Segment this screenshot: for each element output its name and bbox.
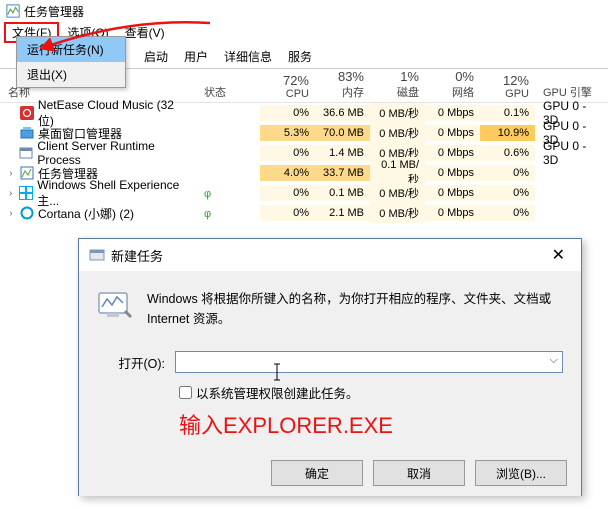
gpu-engine-value — [535, 211, 608, 215]
gpu-value: 0% — [480, 205, 535, 221]
run-large-icon — [97, 289, 133, 321]
open-combobox[interactable]: ⌵ — [175, 351, 563, 373]
cpu-value: 0% — [260, 105, 315, 121]
cpu-value: 0% — [260, 205, 315, 221]
file-menu-dropdown: 运行新任务(N) 退出(X) — [16, 36, 126, 88]
shell-icon — [19, 186, 33, 200]
col-disk[interactable]: 1%磁盘 — [370, 67, 425, 102]
menu-item-new-task[interactable]: 运行新任务(N) — [17, 37, 125, 62]
cpu-value: 0% — [260, 145, 315, 161]
task-manager-icon — [6, 4, 20, 18]
run-dialog: 新建任务 ✕ Windows 将根据你所键入的名称，为你打开相应的程序、文件夹、… — [78, 238, 582, 496]
network-value: 0 Mbps — [425, 105, 480, 121]
open-label: 打开(O): — [97, 353, 165, 372]
network-value: 0 Mbps — [425, 165, 480, 181]
gpu-value: 10.9% — [480, 125, 535, 141]
network-value: 0 Mbps — [425, 205, 480, 221]
network-value: 0 Mbps — [425, 145, 480, 161]
gpu-engine-value — [535, 191, 608, 195]
gpu-value: 0% — [480, 185, 535, 201]
admin-label: 以系统管理权限创建此任务。 — [196, 383, 359, 402]
dialog-title: 新建任务 — [111, 246, 163, 265]
expand-icon[interactable]: › — [6, 188, 15, 199]
expand-icon[interactable]: › — [6, 208, 16, 219]
browse-button[interactable]: 浏览(B)... — [475, 460, 567, 486]
col-gpu[interactable]: 12%GPU — [480, 71, 535, 102]
gpu-value: 0.6% — [480, 145, 535, 161]
window-title: 任务管理器 — [24, 3, 84, 20]
memory-value: 1.4 MB — [315, 145, 370, 161]
gpu-engine-value — [535, 171, 608, 175]
cortana-icon — [20, 206, 34, 220]
cancel-button[interactable]: 取消 — [373, 460, 465, 486]
tab-users[interactable]: 用户 — [176, 45, 216, 68]
tab-services[interactable]: 服务 — [280, 45, 320, 68]
chevron-down-icon[interactable]: ⌵ — [550, 354, 558, 367]
disk-value: 0 MB/秒 — [370, 203, 425, 223]
cpu-value: 5.3% — [260, 125, 315, 141]
table-row[interactable]: NetEase Cloud Music (32 位)0%36.6 MB0 MB/… — [0, 103, 608, 123]
text-cursor-icon — [271, 363, 283, 381]
memory-value: 2.1 MB — [315, 205, 370, 221]
netease-icon — [20, 106, 34, 120]
gpu-value: 0% — [480, 165, 535, 181]
network-value: 0 Mbps — [425, 125, 480, 141]
disk-value: 0 MB/秒 — [370, 183, 425, 203]
col-cpu[interactable]: 72%CPU — [260, 71, 315, 102]
title-bar: 任务管理器 — [0, 0, 608, 22]
dialog-message: Windows 将根据你所键入的名称，为你打开相应的程序、文件夹、文档或 Int… — [147, 289, 563, 329]
ok-button[interactable]: 确定 — [271, 460, 363, 486]
col-memory[interactable]: 83%内存 — [315, 67, 370, 102]
table-row[interactable]: ›Cortana (小娜) (2)φ0%2.1 MB0 MB/秒0 Mbps0% — [0, 203, 608, 223]
process-name: Cortana (小娜) (2) — [38, 205, 134, 222]
csrss-icon — [19, 146, 33, 160]
disk-value: 0 MB/秒 — [370, 103, 425, 123]
dialog-titlebar: 新建任务 ✕ — [79, 239, 581, 271]
leaf-icon: φ — [204, 188, 211, 200]
leaf-icon: φ — [204, 208, 211, 220]
close-icon[interactable]: ✕ — [546, 245, 571, 265]
cpu-value: 0% — [260, 185, 315, 201]
network-value: 0 Mbps — [425, 185, 480, 201]
gpu-value: 0.1% — [480, 105, 535, 121]
annotation-hint: 输入EXPLORER.EXE — [179, 408, 563, 440]
col-network[interactable]: 0%网络 — [425, 67, 480, 102]
menu-item-exit[interactable]: 退出(X) — [17, 62, 125, 87]
memory-value: 0.1 MB — [315, 185, 370, 201]
table-row[interactable]: Client Server Runtime Process0%1.4 MB0 M… — [0, 143, 608, 163]
disk-value: 0 MB/秒 — [370, 123, 425, 143]
tab-details[interactable]: 详细信息 — [216, 45, 280, 68]
cpu-value: 4.0% — [260, 165, 315, 181]
run-dialog-icon — [89, 247, 105, 263]
process-list: NetEase Cloud Music (32 位)0%36.6 MB0 MB/… — [0, 103, 608, 223]
memory-value: 70.0 MB — [315, 125, 370, 141]
gpu-engine-value: GPU 0 - 3D — [535, 137, 608, 169]
tab-startup[interactable]: 启动 — [136, 45, 176, 68]
table-row[interactable]: ›Windows Shell Experience 主...φ0%0.1 MB0… — [0, 183, 608, 203]
col-status[interactable]: 状态 — [200, 82, 260, 102]
memory-value: 33.7 MB — [315, 165, 370, 181]
memory-value: 36.6 MB — [315, 105, 370, 121]
admin-checkbox[interactable] — [179, 386, 192, 399]
